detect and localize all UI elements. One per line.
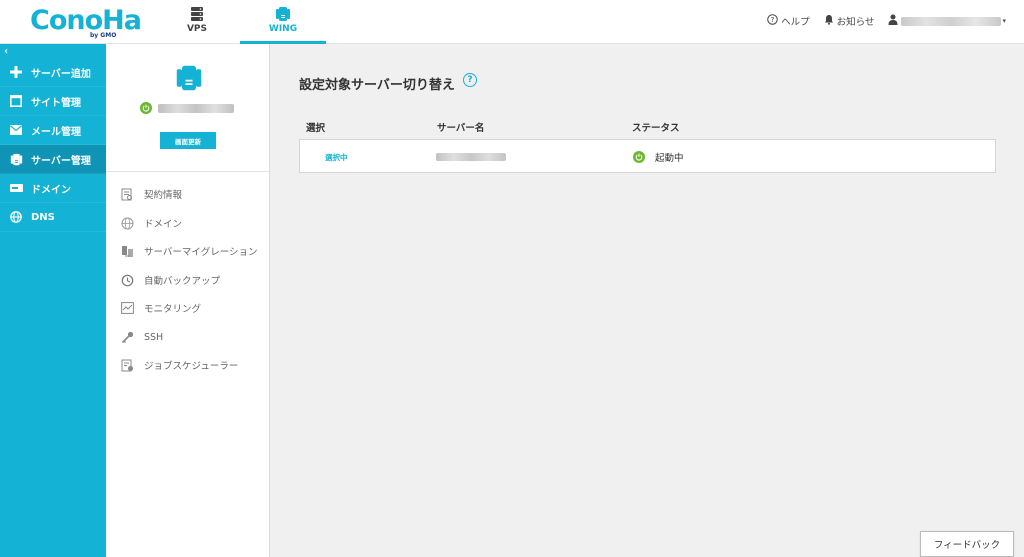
column-header-server-name: サーバー名 [437, 123, 485, 134]
table-row[interactable]: 選択中 起動中 [299, 139, 996, 173]
divider [106, 171, 270, 172]
monitoring-icon [120, 301, 134, 315]
chevron-down-icon: ▾ [1002, 17, 1006, 25]
sidebar-item-server[interactable]: サーバー管理 [0, 145, 106, 174]
conoha-logo[interactable]: ConoHa by GMO [30, 5, 142, 40]
row-select-label[interactable]: 選択中 [325, 152, 348, 163]
sidebar-item-dns[interactable]: DNS [0, 203, 106, 232]
backup-clock-icon [120, 273, 134, 287]
server-stack-icon [190, 6, 204, 25]
sidebar-item-label: サーバー追加 [31, 68, 91, 80]
row-server-name-redacted [436, 153, 506, 161]
tab-vps[interactable]: VPS [154, 0, 240, 44]
bell-icon [824, 14, 834, 28]
server-large-icon [175, 64, 203, 95]
sidebar-item-label: サーバー管理 [31, 155, 91, 167]
row-status: 起動中 [633, 150, 684, 164]
subnav-item-domain[interactable]: ドメイン [120, 215, 182, 231]
refresh-button[interactable]: 画面更新 [160, 132, 216, 149]
user-name-redacted [901, 16, 1002, 26]
logo-sub: by GMO [90, 32, 117, 39]
sidebar-item-label: メール管理 [31, 126, 81, 138]
header-utilities: ? ヘルプ お知らせ ▾ [767, 12, 1006, 30]
www-globe-icon [120, 216, 134, 230]
notice-label: お知らせ [836, 17, 875, 28]
server-icon [9, 152, 23, 166]
sidebar-item-site[interactable]: サイト管理 [0, 87, 106, 116]
sidebar-collapse-button[interactable]: ‹ [4, 46, 8, 57]
user-menu[interactable]: ▾ [888, 14, 1006, 28]
subnav-item-contract[interactable]: 契約情報 [120, 186, 182, 202]
mail-icon [9, 123, 23, 137]
power-on-icon [633, 151, 645, 163]
help-link[interactable]: ? ヘルプ [767, 14, 810, 28]
top-header: ConoHa by GMO VPS WING ? ヘルプ お知らせ ▾ [0, 0, 1024, 44]
subnav-item-backup[interactable]: 自動バックアップ [120, 272, 220, 288]
power-on-icon [140, 102, 152, 114]
window-icon [9, 94, 23, 108]
server-subpanel: 画面更新 契約情報 ドメイン サーバーマイグレーション 自動バックアップ モニタ… [106, 44, 270, 557]
column-header-status: ステータス [632, 123, 680, 134]
key-icon [120, 330, 134, 344]
server-name-redacted [158, 103, 234, 113]
help-icon[interactable]: ? [463, 73, 477, 87]
svg-text:?: ? [771, 15, 775, 24]
logo-text: ConoHa [30, 5, 142, 36]
plus-icon [9, 65, 23, 79]
globe-icon [9, 210, 23, 224]
wing-server-icon [275, 6, 291, 25]
subnav-label: サーバーマイグレーション [144, 247, 258, 258]
help-label: ヘルプ [781, 17, 810, 28]
sidebar-item-mail[interactable]: メール管理 [0, 116, 106, 145]
feedback-button[interactable]: フィードバック [920, 531, 1014, 557]
left-sidebar: ‹ サーバー追加 サイト管理 メール管理 サーバー管理 ドメイン DNS [0, 44, 106, 557]
notice-link[interactable]: お知らせ [824, 14, 875, 28]
row-status-label: 起動中 [655, 153, 684, 164]
column-header-select: 選択 [306, 123, 326, 134]
sidebar-item-label: サイト管理 [31, 97, 81, 109]
sidebar-item-add-server[interactable]: サーバー追加 [0, 58, 106, 87]
subnav-item-scheduler[interactable]: ジョブスケジューラー [120, 357, 238, 373]
tab-wing-label: WING [268, 24, 298, 34]
subnav-label: 自動バックアップ [144, 276, 221, 287]
subnav-item-migration[interactable]: サーバーマイグレーション [120, 243, 258, 259]
subnav-label: 契約情報 [144, 190, 183, 201]
sidebar-item-domain[interactable]: ドメイン [0, 174, 106, 203]
subnav-item-monitoring[interactable]: モニタリング [120, 300, 201, 316]
sidebar-item-label: DNS [31, 211, 55, 223]
help-circle-icon: ? [767, 14, 778, 28]
domain-icon [9, 181, 23, 195]
migration-icon [120, 244, 134, 258]
subnav-label: ジョブスケジューラー [144, 361, 239, 372]
tab-vps-label: VPS [186, 24, 208, 34]
user-icon [888, 14, 898, 28]
subnav-label: モニタリング [144, 304, 202, 315]
subnav-item-ssh[interactable]: SSH [120, 329, 163, 345]
subnav-label: SSH [144, 331, 164, 343]
contract-icon [120, 187, 134, 201]
tab-wing[interactable]: WING [240, 0, 326, 44]
current-server-status [140, 102, 234, 114]
subnav-label: ドメイン [144, 219, 183, 230]
main-content: 設定対象サーバー切り替え ? 選択 サーバー名 ステータス 選択中 起動中 フィ… [271, 44, 1024, 557]
sidebar-item-label: ドメイン [31, 184, 71, 196]
page-title: 設定対象サーバー切り替え [299, 78, 455, 93]
scheduler-icon [120, 358, 134, 372]
